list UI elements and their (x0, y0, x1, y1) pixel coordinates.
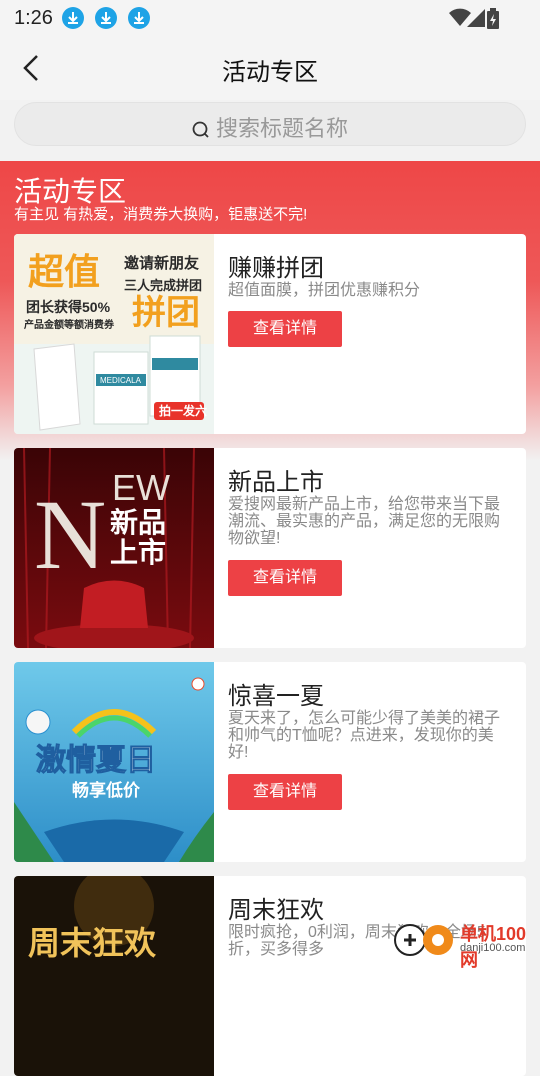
battery-icon (486, 8, 500, 35)
thumb-text: EW (112, 467, 170, 508)
activity-thumbnail[interactable]: N EW 新品 上市 (14, 448, 214, 648)
watermark: 单机100网 danji100.com (392, 918, 540, 970)
thumb-text: N (34, 479, 106, 590)
activity-card[interactable]: 周末狂欢 周末狂欢 限时疯抢，0利润，周末狂欢，全场5折，买多得多 (14, 876, 526, 1076)
thumb-text: 新品 (110, 507, 166, 538)
download-notification-icon (95, 7, 117, 29)
view-details-button[interactable]: 查看详情 (228, 774, 342, 810)
download-notification-icon (128, 7, 150, 29)
status-bar: 1:26 (0, 0, 540, 36)
card-title: 赚赚拼团 (228, 255, 324, 282)
thumb-text: 团长获得50% (26, 299, 111, 315)
search-placeholder: 搜索标题名称 (215, 116, 348, 141)
thumb-text: 畅享低价 (72, 780, 141, 800)
status-time: 1:26 (14, 7, 53, 29)
banner-subtitle: 有主见 有热爱，消费券大换购，钜惠送不完! (14, 206, 308, 223)
download-notification-icon (62, 7, 84, 29)
signal-icon (464, 8, 486, 33)
header: 活动专区 (0, 36, 540, 100)
card-description: 超值面膜，拼团优惠赚积分 (228, 282, 421, 299)
thumb-badge: 拍一发六 (159, 403, 207, 418)
search-icon (192, 121, 209, 138)
activity-card[interactable]: 激情夏日 畅享低价 惊喜一夏 夏天来了，怎么可能少得了美美的裙子和帅气的T恤呢？… (14, 662, 526, 862)
thumb-text: 超值 (28, 251, 100, 292)
card-description: 爱搜网最新产品上市，给您带来当下最潮流、最实惠的产品，满足您的无限购物欲望! (228, 496, 501, 547)
view-details-button[interactable]: 查看详情 (228, 560, 342, 596)
view-details-button[interactable]: 查看详情 (228, 311, 342, 347)
thumb-text: 周末狂欢 (28, 925, 157, 961)
thumb-text: 激情夏日 (36, 744, 156, 777)
card-title: 惊喜一夏 (228, 683, 324, 710)
activity-card[interactable]: N EW 新品 上市 新品上市 爱搜网最新产品上市，给您带来当下最潮流、最实惠的… (14, 448, 526, 648)
thumb-text: 邀请新朋友 (124, 254, 199, 272)
activity-thumbnail[interactable]: 周末狂欢 (14, 876, 214, 1076)
thumb-text: MEDICALA (100, 376, 142, 385)
thumb-text: 拼团 (132, 294, 200, 332)
thumb-text: 上市 (110, 536, 166, 568)
card-description: 夏天来了，怎么可能少得了美美的裙子和帅气的T恤呢？点进来，发现你的美好! (228, 710, 501, 761)
activity-thumbnail[interactable]: 超值 邀请新朋友 三人完成拼团 拼团 团长获得50% 产品金额等额消费券 MED… (14, 234, 214, 434)
activity-card[interactable]: 超值 邀请新朋友 三人完成拼团 拼团 团长获得50% 产品金额等额消费券 MED… (14, 234, 526, 434)
search-input[interactable]: 搜索标题名称 (14, 102, 526, 146)
thumb-text: 三人完成拼团 (124, 278, 202, 293)
card-title: 新品上市 (228, 469, 324, 496)
activity-thumbnail[interactable]: 激情夏日 畅享低价 (14, 662, 214, 862)
thumb-text: 产品金额等额消费券 (24, 318, 115, 331)
watermark-logo-icon (394, 924, 453, 956)
watermark-url: danji100.com (460, 942, 526, 954)
page-title: 活动专区 (222, 59, 318, 86)
card-title: 周末狂欢 (228, 897, 324, 924)
